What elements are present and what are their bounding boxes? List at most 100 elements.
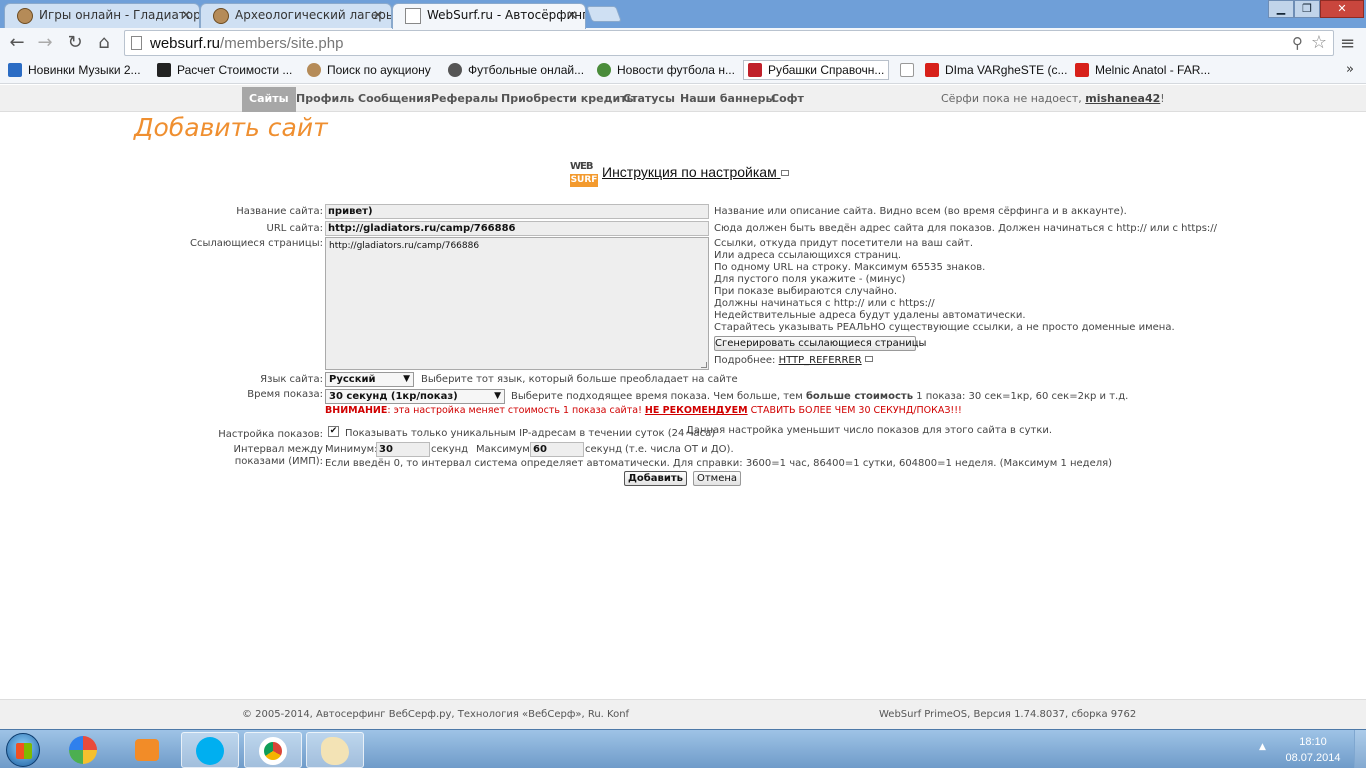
football-icon	[448, 63, 462, 77]
nav-software[interactable]: Софт	[771, 85, 804, 112]
site-name-input[interactable]: привет)	[325, 204, 709, 219]
tab-title: Игры онлайн - Гладиатор	[39, 8, 200, 22]
tab-archaeology-camp[interactable]: Археологический лагерь ✕	[200, 3, 392, 28]
bookmark-star-icon[interactable]: ☆	[1311, 32, 1327, 53]
site-url-input[interactable]: http://gladiators.ru/camp/766886	[325, 221, 709, 236]
close-window-button[interactable]: ✕	[1320, 0, 1364, 18]
http-referrer-link[interactable]: HTTP_REFERRER	[779, 355, 862, 366]
show-hidden-icons-icon[interactable]: ▲	[1259, 742, 1266, 752]
bookmark-item[interactable]: Melnic Anatol - FAR...	[1075, 62, 1210, 78]
start-button[interactable]	[6, 733, 40, 767]
new-tab-button[interactable]	[586, 6, 622, 22]
referrers-hint: Старайтесь указывать РЕАЛЬНО существующи…	[714, 322, 1175, 333]
address-bar[interactable]: websurf.ru/members/site.php ⚲ ☆	[124, 30, 1334, 56]
media-center-icon	[69, 736, 97, 764]
footer-version: WebSurf PrimeOS, Версия 1.74.8037, сборк…	[879, 709, 1137, 720]
instruction-link[interactable]: Инструкция по настройкам	[602, 164, 789, 180]
reload-icon[interactable]: ↻	[64, 32, 86, 54]
site-url-hint: Сюда должен быть введён адрес сайта для …	[714, 223, 1218, 234]
username-link[interactable]: mishanea42	[1085, 92, 1160, 105]
minimize-button[interactable]: ▁	[1268, 0, 1294, 18]
taskbar-media-center[interactable]	[54, 732, 112, 768]
referrers-hint: Для пустого поля укажите - (минус)	[714, 274, 906, 285]
youtube-icon	[1075, 63, 1089, 77]
range-note: (т.е. числа ОТ и ДО).	[625, 444, 734, 455]
referrers-hint: Ссылки, откуда придут посетители на ваш …	[714, 238, 974, 249]
bookmark-item[interactable]: DIma VARgheSTE (с...	[925, 62, 1067, 78]
min-interval-input[interactable]: 30	[376, 442, 430, 457]
close-tab-icon[interactable]: ✕	[373, 4, 383, 26]
show-time-hint: Выберите подходящее время показа. Чем бо…	[511, 391, 1129, 402]
add-site-button[interactable]: Добавить	[624, 471, 687, 486]
show-settings-label: Настройка показов:	[218, 429, 323, 440]
clock-date: 08.07.2014	[1285, 752, 1341, 764]
bookmark-item[interactable]: Рубашки Справочн...	[743, 60, 890, 80]
forward-arrow-icon[interactable]: →	[34, 32, 56, 54]
language-select[interactable]: Русский ▼	[325, 372, 414, 387]
tab-title: WebSurf.ru - Автосёрфинг	[427, 8, 586, 22]
user-status: Сёрфи пока не надоест, mishanea42!	[941, 92, 1165, 105]
paint-palette-icon	[321, 737, 349, 765]
site-name-hint: Название или описание сайта. Видно всем …	[714, 206, 1127, 217]
nav-sites[interactable]: Сайты	[242, 87, 296, 112]
more-bookmarks-icon[interactable]: »	[1346, 62, 1354, 77]
nav-banners[interactable]: Наши баннеры	[680, 85, 775, 112]
taskbar-chrome[interactable]	[244, 732, 302, 768]
site-navigation: Сайты Профиль Сообщения Рефералы Приобре…	[0, 85, 1366, 112]
bookmark-item[interactable]	[900, 62, 920, 78]
cancel-button[interactable]: Отмена	[693, 471, 741, 486]
referrers-hint: Или адреса ссылающихся страниц.	[714, 250, 902, 261]
nav-profile[interactable]: Профиль	[296, 85, 354, 112]
interval-hint: Если введён 0, то интервал система опред…	[325, 458, 1113, 469]
skype-icon	[196, 737, 224, 765]
zoom-icon[interactable]: ⚲	[1292, 34, 1303, 52]
taskbar-paint[interactable]	[306, 732, 364, 768]
system-clock[interactable]: 18:10 08.07.2014	[1282, 734, 1344, 766]
browser-tab-strip: Игры онлайн - Гладиатор ✕ Археологически…	[0, 0, 1366, 29]
bookmarks-bar: Новинки Музыки 2... Расчет Стоимости ...…	[0, 58, 1366, 84]
max-interval-input[interactable]: 60	[530, 442, 584, 457]
show-desktop-button[interactable]	[1354, 730, 1366, 768]
referrers-textarea[interactable]: http://gladiators.ru/camp/766886	[325, 237, 709, 370]
unique-ip-checkbox[interactable]: ✔	[328, 426, 339, 437]
bookmark-item[interactable]: Футбольные онлай...	[448, 62, 584, 78]
taskbar-media-player[interactable]	[118, 732, 176, 768]
tab-title: Археологический лагерь	[235, 8, 392, 22]
min-label: Минимум:	[325, 444, 378, 455]
page-icon	[131, 36, 142, 50]
site-name-label: Название сайта:	[236, 206, 323, 217]
bookmark-item[interactable]: Расчет Стоимости ...	[157, 62, 292, 78]
blank-page-icon	[900, 63, 914, 77]
show-time-warning: ВНИМАНИЕ: эта настройка меняет стоимость…	[325, 405, 962, 416]
tab-gladiators[interactable]: Игры онлайн - Гладиатор ✕	[4, 3, 200, 28]
generate-referrers-button[interactable]: Сгенерировать ссылающиеся страницы	[714, 336, 926, 351]
dropdown-arrow-icon: ▼	[403, 374, 410, 384]
bookmark-item[interactable]: Новинки Музыки 2...	[8, 62, 141, 78]
referrers-label: Ссылающиеся страницы:	[190, 238, 323, 249]
resize-handle-icon[interactable]	[701, 362, 707, 368]
browser-menu-icon[interactable]: ≡	[1340, 33, 1355, 54]
unique-ip-label: Показывать только уникальным IP-адресам …	[345, 428, 716, 439]
show-settings-hint: Данная настройка уменьшит число показов …	[686, 425, 1053, 436]
nav-referrals[interactable]: Рефералы	[431, 85, 498, 112]
home-icon[interactable]: ⌂	[93, 32, 115, 54]
external-link-icon	[864, 356, 873, 362]
show-time-select[interactable]: 30 секунд (1кр/показ) ▼	[325, 389, 505, 404]
nav-statuses[interactable]: Статусы	[623, 85, 675, 112]
page-title: Добавить сайт	[134, 113, 328, 142]
show-time-label: Время показа:	[247, 389, 323, 400]
nav-buy-credits[interactable]: Приобрести кредиты	[501, 85, 637, 112]
bookmark-item[interactable]: Новости футбола н...	[597, 62, 735, 78]
tab-websurf[interactable]: WebSurf.ru - Автосёрфинг ✕	[392, 3, 586, 29]
bookmark-item[interactable]: Поиск по аукциону	[307, 62, 431, 78]
maximize-button[interactable]: ❐	[1294, 0, 1320, 18]
nav-messages[interactable]: Сообщения	[358, 85, 431, 112]
language-hint: Выберите тот язык, который больше преобл…	[421, 374, 738, 385]
taskbar-skype[interactable]	[181, 732, 239, 768]
close-tab-icon[interactable]: ✕	[181, 4, 191, 26]
interval-label: показами (ИМП):	[234, 456, 323, 467]
football-news-icon	[597, 63, 611, 77]
back-arrow-icon[interactable]: ←	[6, 32, 28, 54]
close-tab-icon[interactable]: ✕	[567, 4, 577, 26]
address-url[interactable]: websurf.ru/members/site.php	[150, 35, 343, 52]
